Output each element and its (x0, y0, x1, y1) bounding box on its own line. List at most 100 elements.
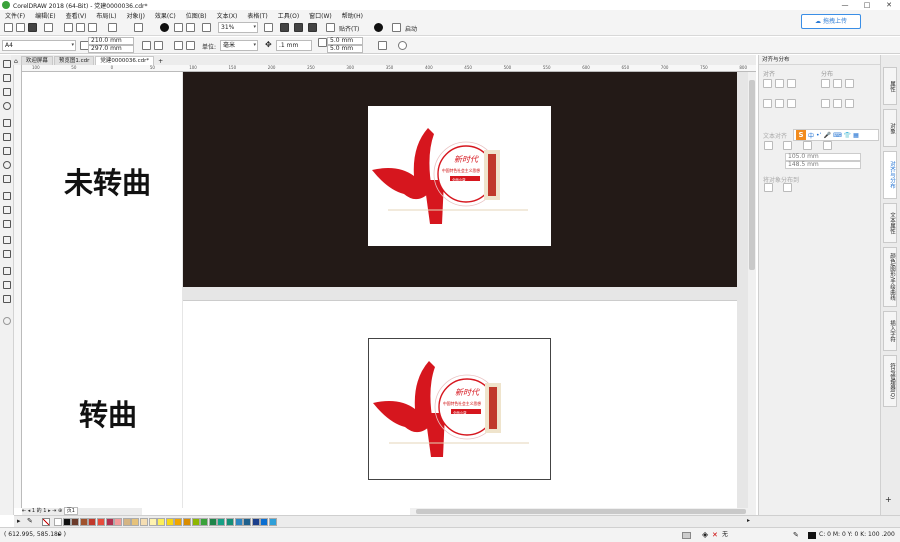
drop-shadow-icon[interactable] (3, 236, 11, 244)
palette-menu-icon[interactable]: ▸ (17, 517, 21, 525)
color-swatch[interactable] (165, 518, 174, 526)
tab-align-distribute[interactable]: 对齐与分布 (883, 151, 897, 199)
open-folder-icon[interactable] (16, 23, 25, 32)
page-width-input[interactable]: 210.0 mm (88, 37, 134, 45)
connector-tool-icon[interactable] (3, 220, 11, 228)
shape-tool-icon[interactable] (3, 74, 11, 82)
align-middle-icon[interactable] (775, 99, 784, 108)
vertical-scroll-thumb[interactable] (749, 80, 755, 270)
tab-active-document[interactable]: 党建0000036.cdr* (95, 56, 155, 65)
menu-window[interactable]: 窗口(W) (304, 11, 337, 20)
tab-color-shape[interactable]: 颜色/图形/手绘曲线 (883, 247, 897, 307)
vertical-scrollbar[interactable] (748, 72, 756, 508)
tab-preview[interactable]: 预览图1.cdr (53, 56, 95, 65)
parallel-dimension-icon[interactable] (3, 206, 11, 214)
align-to-selection-icon[interactable] (764, 141, 773, 150)
search-content-icon[interactable] (160, 23, 169, 32)
cut-icon[interactable] (64, 23, 73, 32)
ime-punct-icon[interactable]: •ʼ (816, 132, 821, 139)
menu-file[interactable]: 文件(F) (0, 11, 30, 20)
drawing-canvas[interactable]: 未转曲 转曲 新时代 中国特色社会主义思想 全面小康 新时代 中国特色社会主义思… (22, 72, 748, 508)
status-arrow-icon[interactable]: ▸ (58, 528, 61, 542)
zoom-tool-icon[interactable] (3, 102, 11, 110)
zoom-level-select[interactable]: 31% ▾ (218, 22, 258, 33)
export-icon[interactable] (186, 23, 195, 32)
text-tool-icon[interactable] (3, 192, 11, 200)
distribute-right-icon[interactable] (845, 79, 854, 88)
color-swatch[interactable] (79, 518, 88, 526)
document-colors-icon[interactable] (682, 532, 691, 539)
color-swatch[interactable] (88, 518, 97, 526)
freehand-tool-icon[interactable] (3, 119, 11, 127)
color-swatch[interactable] (140, 518, 148, 526)
menu-layout[interactable]: 布局(L) (91, 11, 121, 20)
align-to-page-edge-icon[interactable] (783, 141, 792, 150)
color-swatch[interactable] (97, 518, 105, 526)
new-tab-icon[interactable]: + (155, 58, 166, 65)
align-center-icon[interactable] (775, 79, 784, 88)
color-swatch[interactable] (260, 518, 269, 526)
add-docker-icon[interactable]: + (885, 495, 892, 504)
menu-table[interactable]: 表格(T) (242, 11, 272, 20)
align-bottom-icon[interactable] (787, 99, 796, 108)
publish-pdf-icon[interactable] (202, 23, 211, 32)
page-tab[interactable]: 页1 (63, 507, 78, 515)
ime-chinese-icon[interactable]: 中 (808, 131, 814, 140)
tab-text-properties[interactable]: 文本属性 (883, 203, 897, 243)
rectangle-tool-icon[interactable] (3, 147, 11, 155)
align-to-grid-icon[interactable] (823, 141, 832, 150)
no-color-swatch[interactable] (42, 518, 50, 526)
snap-to-label[interactable]: 贴齐(T) (339, 24, 359, 33)
color-swatch[interactable] (226, 518, 234, 526)
pick-tool-icon[interactable] (3, 60, 11, 68)
current-page-icon[interactable] (186, 41, 195, 50)
first-page-icon[interactable]: ⇤ ◂ (22, 508, 32, 514)
align-to-page-center-icon[interactable] (803, 141, 812, 150)
tab-welcome[interactable]: 欢迎屏幕 (20, 56, 53, 65)
eyedropper-icon[interactable]: ✎ (27, 517, 33, 525)
horizontal-scroll-thumb[interactable] (416, 509, 746, 514)
color-swatch[interactable] (62, 518, 71, 526)
save-icon[interactable] (28, 23, 37, 32)
menu-tools[interactable]: 工具(O) (273, 11, 304, 20)
eyedropper-icon[interactable] (3, 267, 11, 275)
color-swatch[interactable] (148, 518, 157, 526)
menu-edit[interactable]: 编辑(E) (30, 11, 60, 20)
add-tool-icon[interactable] (3, 317, 11, 325)
undo-icon[interactable] (108, 23, 117, 32)
palette-scroll-icon[interactable]: ▸ (747, 517, 750, 524)
align-right-icon[interactable] (787, 79, 796, 88)
snap-icon[interactable] (326, 23, 335, 32)
page-options-icon[interactable] (378, 41, 387, 50)
full-screen-icon[interactable] (264, 23, 273, 32)
copy-icon[interactable] (76, 23, 85, 32)
tab-symbol-manager[interactable]: 符号管理器(Q) (883, 355, 897, 407)
menu-text[interactable]: 文本(X) (212, 11, 243, 20)
redo-icon[interactable] (134, 23, 143, 32)
interactive-fill-icon[interactable] (3, 281, 11, 289)
next-page-icon[interactable]: ▸ ⇥ ⊕ (48, 508, 64, 514)
menu-object[interactable]: 对象(J) (121, 11, 149, 20)
color-swatch[interactable] (208, 518, 217, 526)
ime-keyboard-icon[interactable]: ⌨ (833, 132, 842, 139)
distribute-left-icon[interactable] (821, 79, 830, 88)
ellipse-tool-icon[interactable] (3, 161, 11, 169)
tab-insert-character[interactable]: 插入字符 (883, 311, 897, 351)
color-swatch[interactable] (191, 518, 200, 526)
show-grid-icon[interactable] (294, 23, 303, 32)
color-swatch[interactable] (54, 518, 62, 526)
ime-skin-icon[interactable]: 👕 (844, 132, 851, 139)
tab-properties[interactable]: 属性 (883, 67, 897, 105)
launch-icon[interactable] (392, 23, 401, 32)
horizontal-scrollbar[interactable] (410, 508, 756, 515)
tab-objects[interactable]: 对象 (883, 109, 897, 147)
sogou-logo-icon[interactable]: S (796, 130, 806, 140)
distribute-to-page-icon[interactable] (783, 183, 792, 192)
maximize-button[interactable]: □ (856, 1, 878, 9)
transparency-icon[interactable] (3, 250, 11, 258)
minimize-button[interactable]: — (834, 1, 856, 9)
menu-effects[interactable]: 效果(C) (150, 11, 181, 20)
color-swatch[interactable] (157, 518, 166, 526)
menu-view[interactable]: 查看(V) (61, 11, 92, 20)
distribute-top-icon[interactable] (821, 99, 830, 108)
